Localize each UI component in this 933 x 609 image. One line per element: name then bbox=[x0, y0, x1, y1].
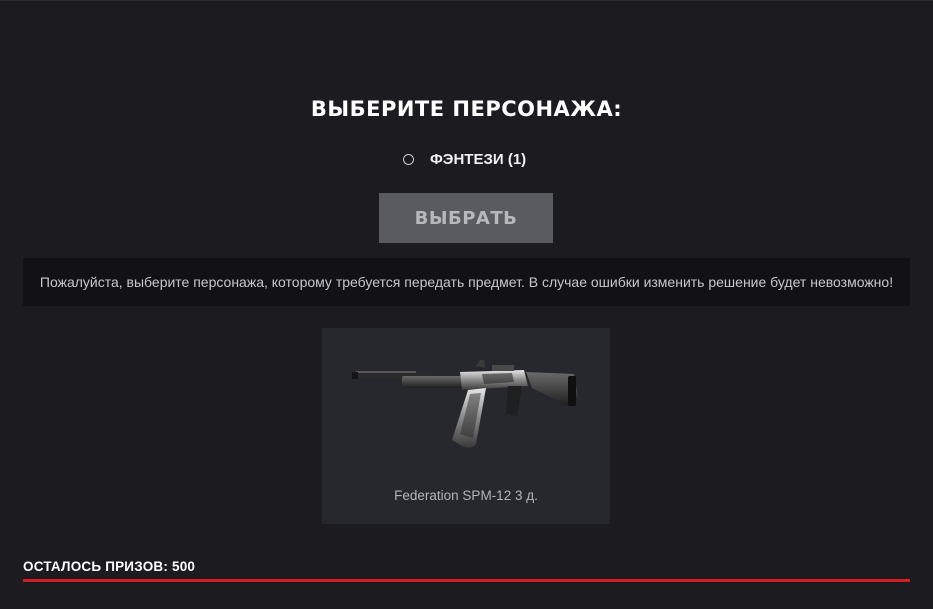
pistol-grip bbox=[506, 386, 522, 416]
handguard bbox=[402, 376, 464, 388]
front-sight bbox=[476, 360, 485, 368]
top-border bbox=[0, 0, 933, 1]
prize-name: Federation SPM-12 3 д. bbox=[394, 488, 538, 503]
rear-sight bbox=[492, 365, 514, 371]
prize-card: Federation SPM-12 3 д. bbox=[322, 328, 610, 524]
remaining-prizes-label: ОСТАЛОСЬ ПРИЗОВ: 500 bbox=[23, 559, 196, 574]
select-button[interactable]: ВЫБРАТЬ bbox=[379, 193, 553, 243]
butt-pad bbox=[568, 376, 576, 406]
character-option-label: ФЭНТЕЗИ (1) bbox=[430, 150, 527, 168]
radio-button[interactable] bbox=[403, 153, 414, 165]
muzzle bbox=[352, 372, 358, 379]
character-option-fantasy[interactable]: ФЭНТЕЗИ (1) bbox=[403, 150, 526, 168]
notice-banner: Пожалуйста, выберите персонажа, которому… bbox=[23, 258, 910, 306]
shotgun-icon bbox=[352, 360, 578, 448]
notice-text: Пожалуйста, выберите персонажа, которому… bbox=[39, 274, 894, 290]
rib bbox=[356, 371, 416, 373]
progress-bar bbox=[23, 579, 910, 582]
page-title: ВЫБЕРИТЕ ПЕРСОНАЖА: bbox=[310, 97, 623, 121]
